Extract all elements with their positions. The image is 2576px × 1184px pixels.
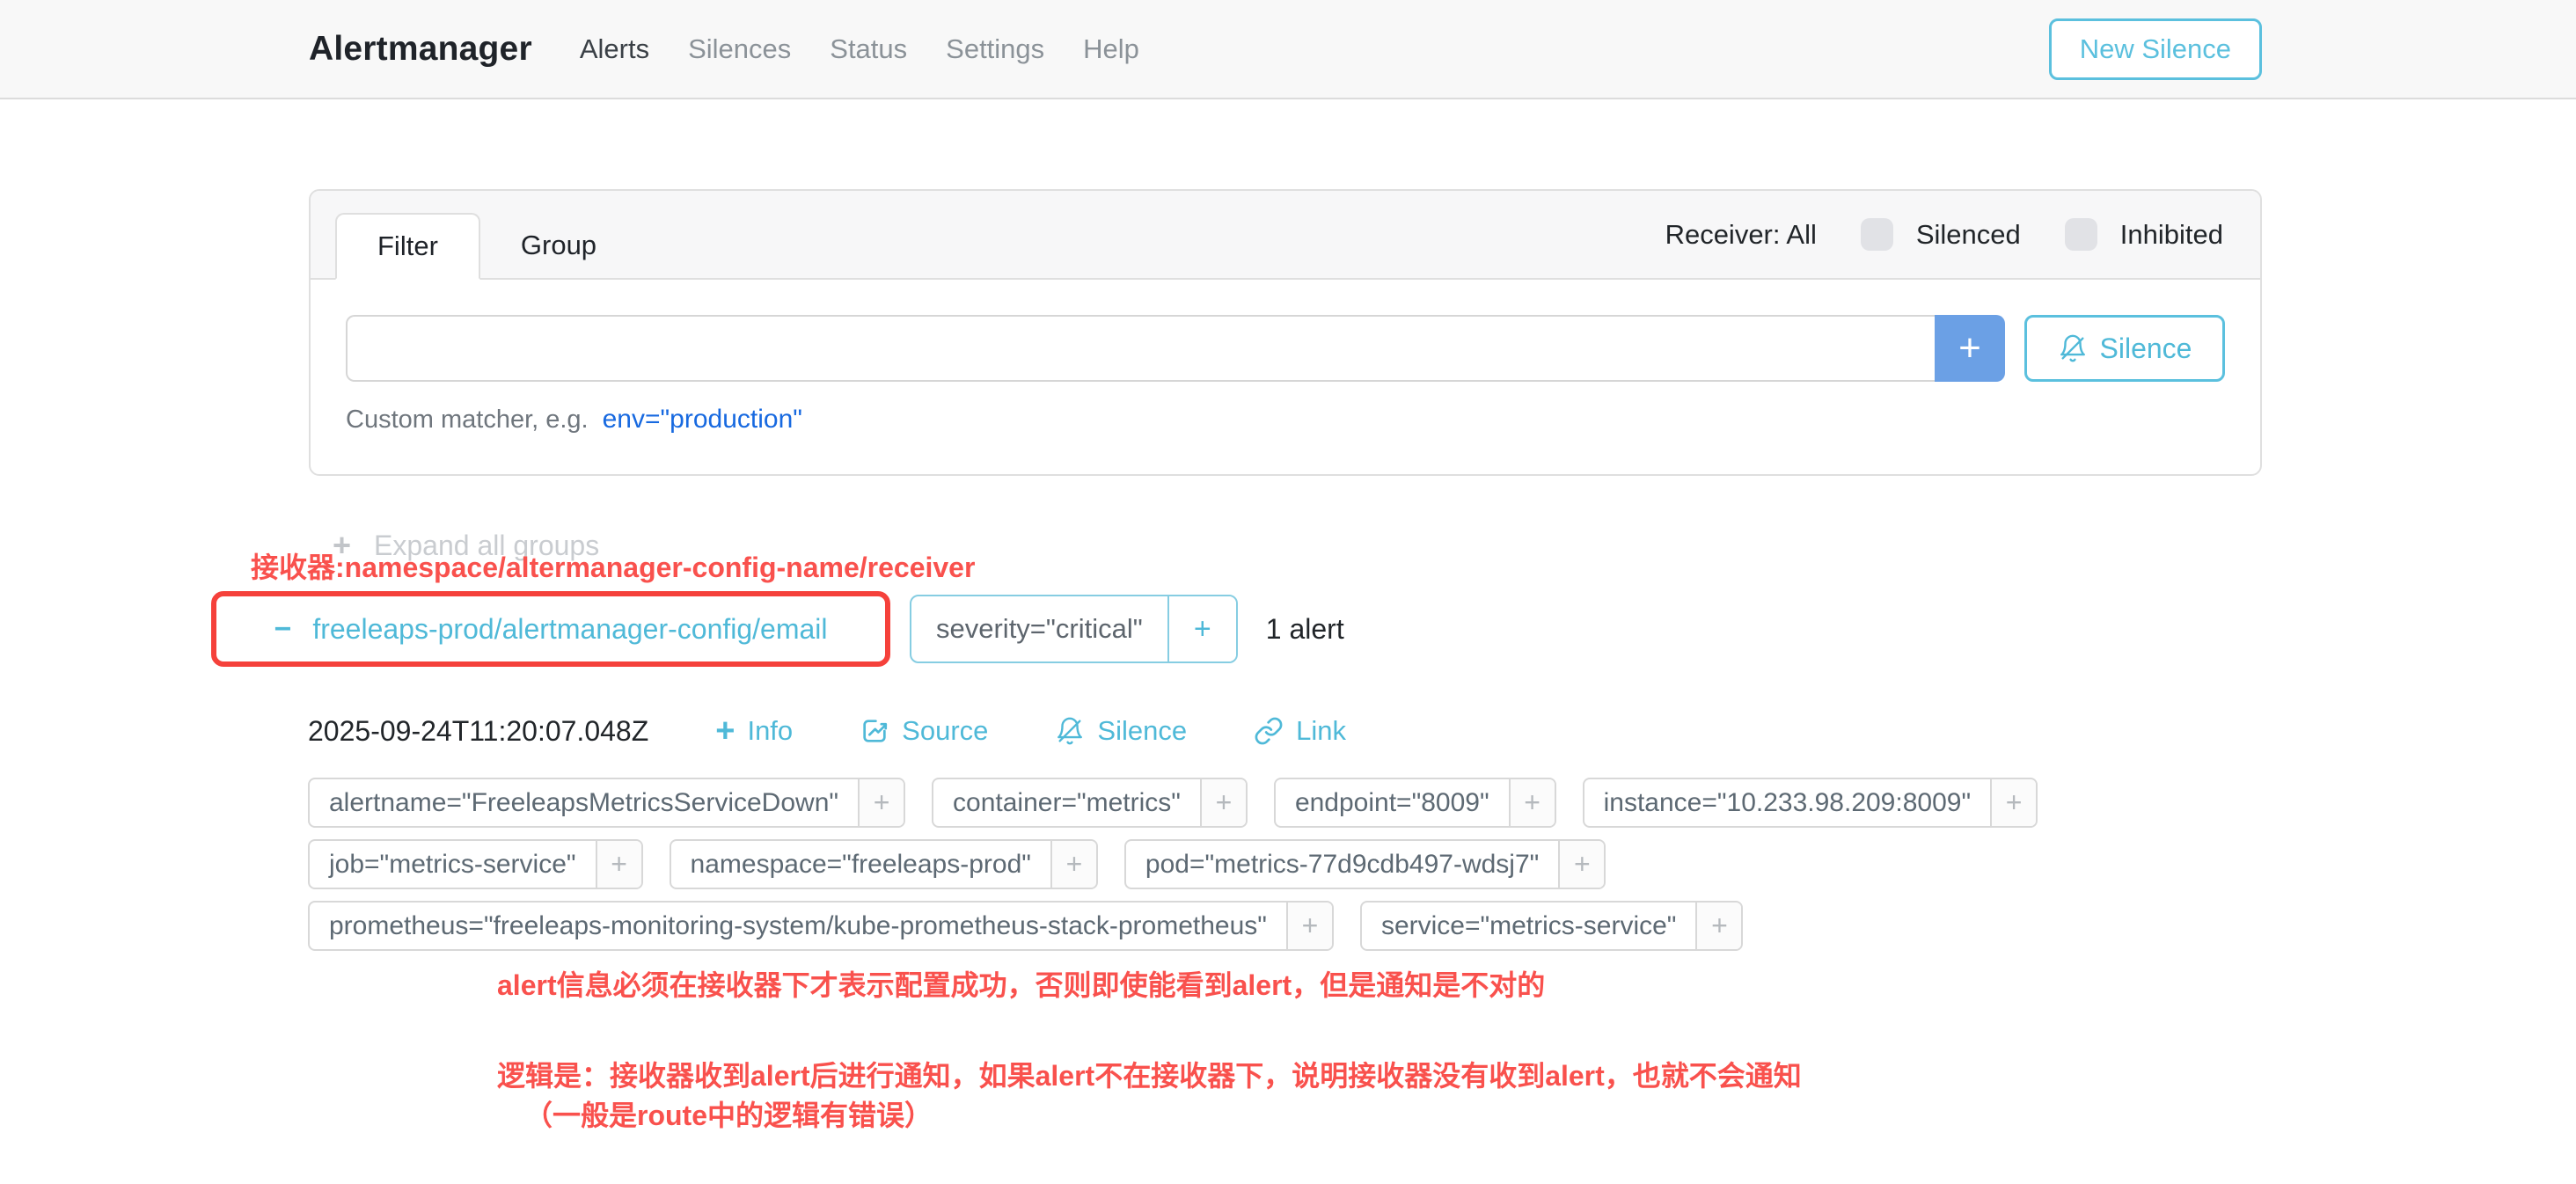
alert-header-row: 2025-09-24T11:20:07.048Z + Info Source S… xyxy=(308,714,1346,748)
silence-button-label: Silence xyxy=(2100,333,2192,365)
group-matcher-add-button[interactable]: + xyxy=(1167,596,1236,661)
alert-label-text: instance="10.233.98.209:8009" xyxy=(1584,779,1990,826)
alert-info-link[interactable]: + Info xyxy=(715,714,793,748)
add-filter-button[interactable]: + xyxy=(1558,841,1604,888)
tab-group[interactable]: Group xyxy=(480,213,637,278)
chart-icon xyxy=(860,716,889,746)
annotation-logic-note-2: （一般是route中的逻辑有错误） xyxy=(524,1093,933,1134)
toggle-inhibited[interactable]: Inhibited xyxy=(2065,218,2223,251)
group-matcher-label: severity="critical" xyxy=(911,596,1167,661)
silenced-label: Silenced xyxy=(1916,219,2021,251)
annotation-logic-note: 逻辑是：接收器收到alert后进行通知，如果alert不在接收器下，说明接收器没… xyxy=(497,1054,1802,1094)
alert-label: namespace="freeleaps-prod" + xyxy=(670,839,1098,889)
new-silence-button[interactable]: New Silence xyxy=(2049,18,2262,80)
alert-label: pod="metrics-77d9cdb497-wdsj7" + xyxy=(1124,839,1606,889)
receiver-group-label: freeleaps-prod/alertmanager-config/email xyxy=(312,613,827,646)
annotation-red-box: − freeleaps-prod/alertmanager-config/ema… xyxy=(211,591,890,667)
annotation-alert-note: alert信息必须在接收器下才表示配置成功，否则即使能看到alert，但是通知是… xyxy=(497,963,1545,1004)
nav-item-status[interactable]: Status xyxy=(830,33,907,65)
matcher-helper-text: Custom matcher, e.g. xyxy=(346,406,589,435)
alert-label-row: alertname="FreeleapsMetricsServiceDown" … xyxy=(308,778,2038,828)
add-filter-button[interactable]: + xyxy=(1200,779,1246,826)
filter-panel-header: Filter Group Receiver: All Silenced Inhi… xyxy=(311,191,2260,280)
plus-icon: + xyxy=(1958,326,1981,370)
alert-label-row: job="metrics-service" + namespace="freel… xyxy=(308,839,2038,889)
receiver-group-link[interactable]: − freeleaps-prod/alertmanager-config/ema… xyxy=(274,612,827,647)
nav-item-help[interactable]: Help xyxy=(1083,33,1139,65)
nav-item-settings[interactable]: Settings xyxy=(946,33,1044,65)
alert-label: instance="10.233.98.209:8009" + xyxy=(1583,778,2038,828)
add-filter-button[interactable]: + xyxy=(858,779,904,826)
filter-header-controls: Receiver: All Silenced Inhibited xyxy=(1665,218,2223,251)
add-matcher-button[interactable]: + xyxy=(1935,315,2005,382)
inhibited-checkbox[interactable] xyxy=(2065,218,2097,251)
add-filter-button[interactable]: + xyxy=(1050,841,1096,888)
matcher-input-group: + Silence xyxy=(346,315,2225,382)
tab-filter[interactable]: Filter xyxy=(335,213,480,280)
alert-label: endpoint="8009" + xyxy=(1274,778,1556,828)
add-filter-button[interactable]: + xyxy=(1990,779,2036,826)
plus-icon: + xyxy=(1194,612,1211,647)
alert-source-label: Source xyxy=(902,715,988,747)
silence-button[interactable]: Silence xyxy=(2024,315,2225,382)
alert-silence-link[interactable]: Silence xyxy=(1055,715,1187,747)
alert-label: service="metrics-service" + xyxy=(1360,901,1744,951)
app-brand[interactable]: Alertmanager xyxy=(309,30,532,69)
alert-label-text: service="metrics-service" xyxy=(1362,903,1696,949)
alert-source-link[interactable]: Source xyxy=(860,715,988,747)
matcher-example-link[interactable]: env="production" xyxy=(603,405,802,435)
link-icon xyxy=(1254,716,1284,746)
inhibited-label: Inhibited xyxy=(2120,219,2223,251)
nav-links: Alerts Silences Status Settings Help xyxy=(580,33,1139,65)
alert-label-row: prometheus="freeleaps-monitoring-system/… xyxy=(308,901,2038,951)
filter-tabs: Filter Group xyxy=(335,213,637,278)
nav-item-silences[interactable]: Silences xyxy=(688,33,791,65)
receiver-filter-label[interactable]: Receiver: All xyxy=(1665,219,1817,251)
top-navbar: Alertmanager Alerts Silences Status Sett… xyxy=(0,0,2576,99)
filter-panel-body: + Silence Custom matcher, e.g. env="prod… xyxy=(311,280,2260,470)
alert-permalink[interactable]: Link xyxy=(1254,715,1346,747)
matcher-helper: Custom matcher, e.g. env="production" xyxy=(346,405,2225,435)
matcher-input[interactable] xyxy=(346,315,1935,382)
alert-timestamp: 2025-09-24T11:20:07.048Z xyxy=(308,715,648,748)
annotation-receiver-note: 接收器:namespace/altermanager-config-name/r… xyxy=(251,545,975,586)
alert-label-text: container="metrics" xyxy=(933,779,1200,826)
bell-slash-icon xyxy=(1055,716,1085,746)
alert-info-label: Info xyxy=(747,715,793,747)
plus-icon: + xyxy=(715,714,735,748)
silenced-checkbox[interactable] xyxy=(1861,218,1893,251)
alert-label: alertname="FreeleapsMetricsServiceDown" … xyxy=(308,778,905,828)
alert-labels: alertname="FreeleapsMetricsServiceDown" … xyxy=(308,778,2038,951)
alert-link-label: Link xyxy=(1296,715,1346,747)
alert-label-text: endpoint="8009" xyxy=(1276,779,1509,826)
alert-label-text: job="metrics-service" xyxy=(310,841,596,888)
alert-label: job="metrics-service" + xyxy=(308,839,643,889)
alert-label: container="metrics" + xyxy=(932,778,1248,828)
alert-label-text: pod="metrics-77d9cdb497-wdsj7" xyxy=(1126,841,1558,888)
group-matcher-chip: severity="critical" + xyxy=(910,595,1238,663)
filter-panel: Filter Group Receiver: All Silenced Inhi… xyxy=(309,189,2262,476)
alert-silence-label: Silence xyxy=(1097,715,1187,747)
alert-count: 1 alert xyxy=(1266,613,1344,646)
add-filter-button[interactable]: + xyxy=(1286,903,1332,949)
alert-label-text: namespace="freeleaps-prod" xyxy=(671,841,1050,888)
add-filter-button[interactable]: + xyxy=(1695,903,1741,949)
add-filter-button[interactable]: + xyxy=(596,841,641,888)
alert-group-row: − freeleaps-prod/alertmanager-config/ema… xyxy=(211,591,1344,667)
bell-slash-icon xyxy=(2058,333,2088,363)
alert-label-text: prometheus="freeleaps-monitoring-system/… xyxy=(310,903,1286,949)
add-filter-button[interactable]: + xyxy=(1509,779,1555,826)
collapse-minus-icon: − xyxy=(274,612,291,647)
alert-label: prometheus="freeleaps-monitoring-system/… xyxy=(308,901,1334,951)
toggle-silenced[interactable]: Silenced xyxy=(1861,218,2021,251)
alert-label-text: alertname="FreeleapsMetricsServiceDown" xyxy=(310,779,858,826)
nav-item-alerts[interactable]: Alerts xyxy=(580,33,649,65)
